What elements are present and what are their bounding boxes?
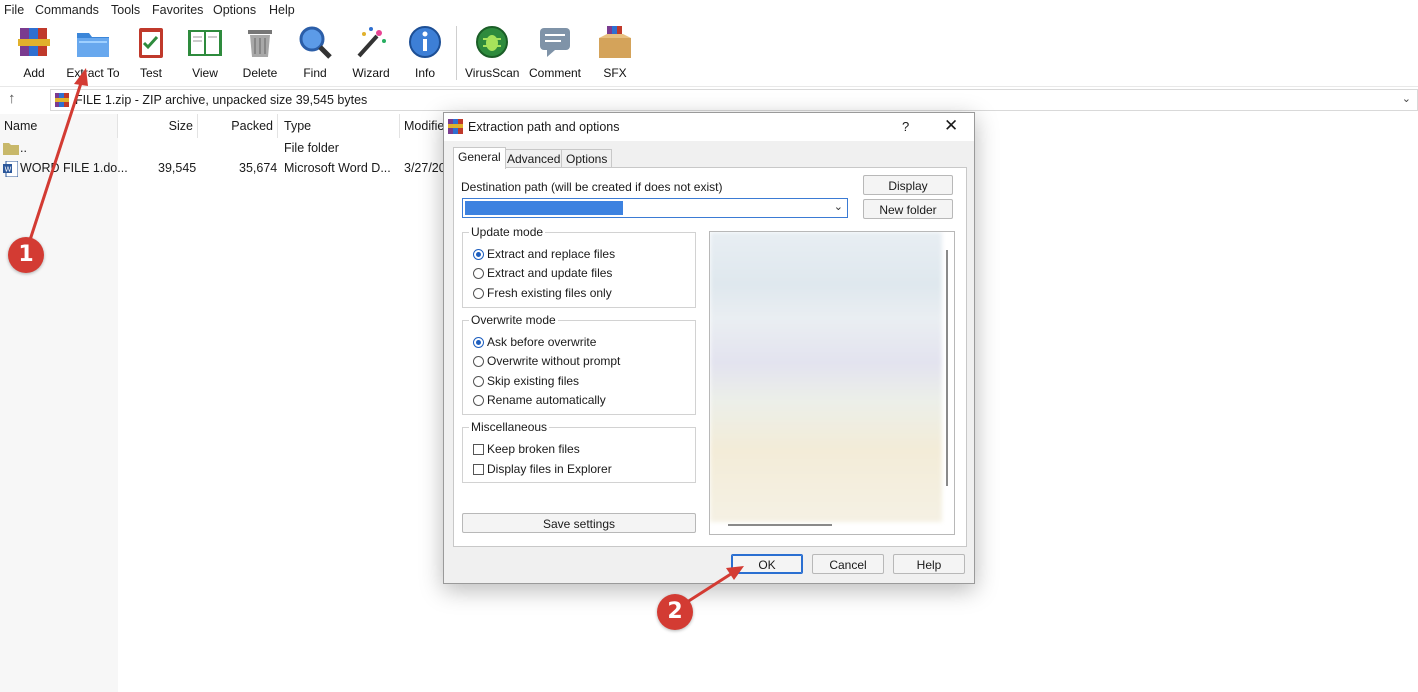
arrow-line-1 [28, 79, 84, 241]
annotation-arrows [28, 68, 744, 606]
arrowhead-1 [74, 68, 88, 86]
step-marker-1: 1 [8, 237, 44, 273]
tab-general[interactable]: General [453, 147, 506, 169]
step-marker-2: 2 [657, 594, 693, 630]
arrow-line-2 [683, 570, 735, 606]
arrowhead-2 [726, 566, 744, 580]
